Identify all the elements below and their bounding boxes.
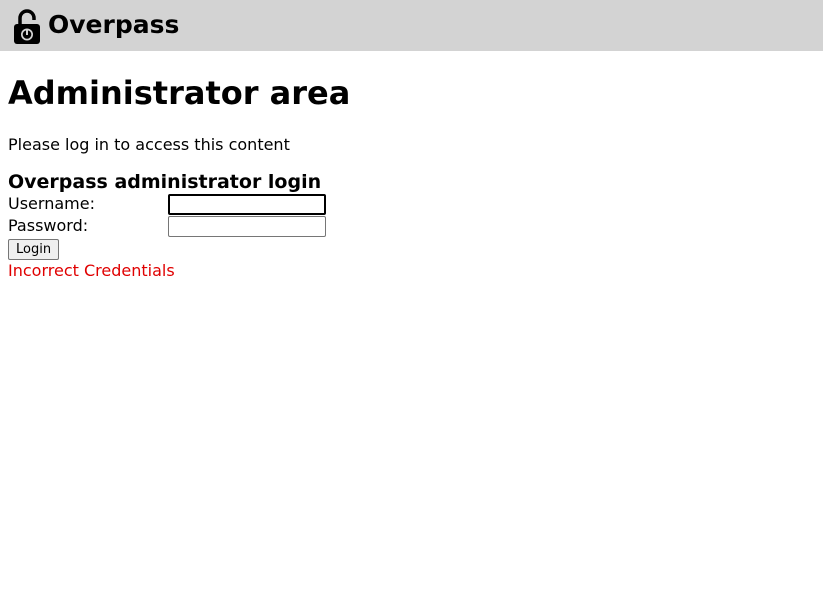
top-bar: Overpass (0, 0, 823, 51)
brand-name[interactable]: Overpass (48, 10, 179, 39)
username-row: Username: (8, 193, 823, 215)
password-label: Password: (8, 216, 89, 235)
login-button[interactable]: Login (8, 239, 60, 260)
username-label: Username: (8, 194, 95, 213)
login-form-title: Overpass administrator login (8, 171, 322, 193)
password-row: Password: (8, 215, 823, 237)
login-form: Overpass administrator login Username: P… (8, 171, 823, 282)
padlock-unlocked-icon (14, 8, 40, 44)
intro-text: Please log in to access this content (8, 135, 290, 154)
error-message: Incorrect Credentials (8, 261, 175, 280)
password-input[interactable] (168, 215, 326, 237)
main-content: Administrator area Please log in to acce… (0, 74, 823, 282)
username-input[interactable] (168, 193, 326, 215)
page-title: Administrator area (8, 74, 351, 112)
